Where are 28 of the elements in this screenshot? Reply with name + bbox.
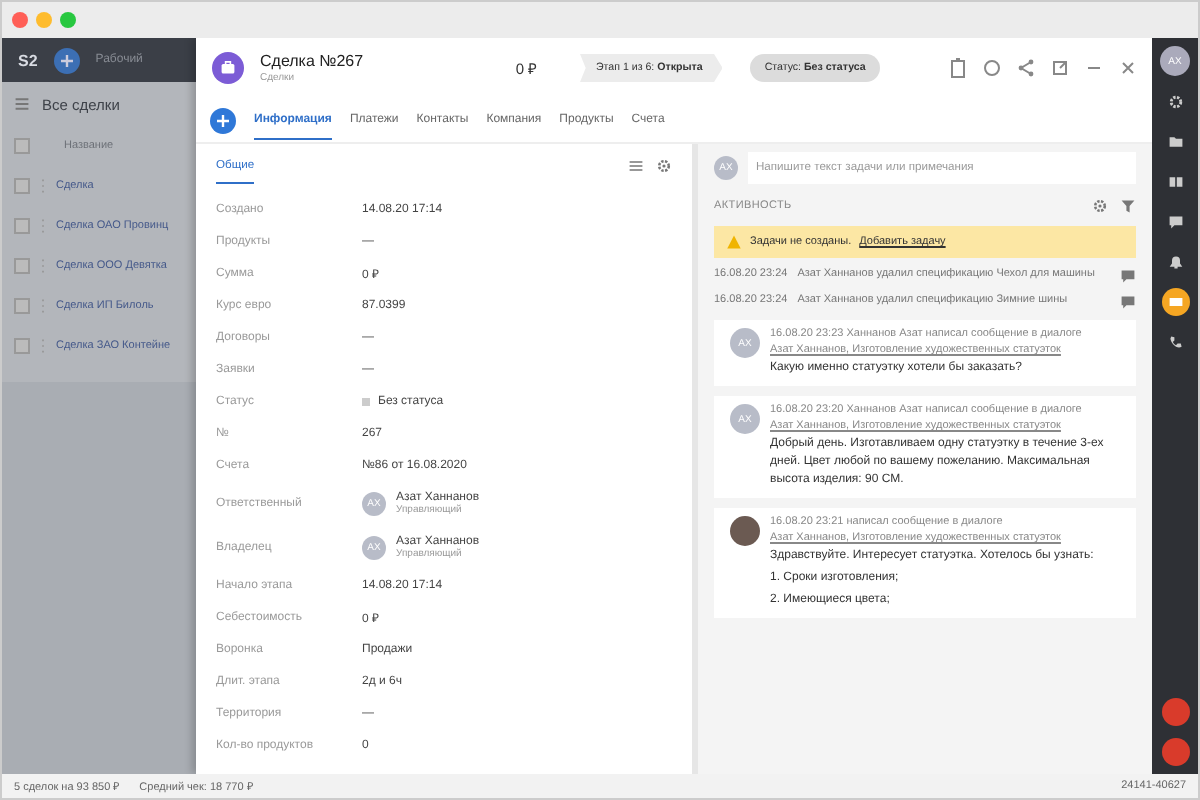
deal-title: Сделка №267	[260, 52, 366, 70]
settings-icon[interactable]	[656, 158, 672, 174]
external-link-icon[interactable]	[1048, 56, 1072, 80]
checkbox[interactable]	[14, 178, 30, 194]
settings-icon[interactable]	[1092, 198, 1108, 214]
checkbox[interactable]	[14, 218, 30, 234]
app-logo: S2	[18, 51, 38, 69]
checkbox[interactable]	[14, 338, 30, 354]
add-button[interactable]	[53, 47, 80, 73]
share-icon[interactable]	[1014, 56, 1038, 80]
circle-icon[interactable]	[980, 56, 1004, 80]
status-square-icon	[362, 398, 370, 406]
checkbox[interactable]	[14, 138, 30, 154]
mail-icon[interactable]	[1161, 288, 1189, 316]
help-button[interactable]	[1161, 698, 1189, 726]
warning-icon	[726, 234, 742, 250]
checkbox[interactable]	[14, 298, 30, 314]
clipboard-icon[interactable]	[946, 56, 970, 80]
close-window-button[interactable]	[12, 12, 28, 28]
add-button[interactable]	[210, 107, 236, 133]
filter-icon[interactable]	[1120, 198, 1136, 214]
menu-icon[interactable]	[14, 96, 30, 112]
zoom-window-button[interactable]	[60, 12, 76, 28]
photo-placeholder	[730, 516, 760, 546]
menu-icon[interactable]	[628, 158, 644, 174]
chat-button[interactable]	[1161, 738, 1189, 766]
briefcase-icon	[212, 52, 244, 84]
checkbox[interactable]	[14, 258, 30, 274]
